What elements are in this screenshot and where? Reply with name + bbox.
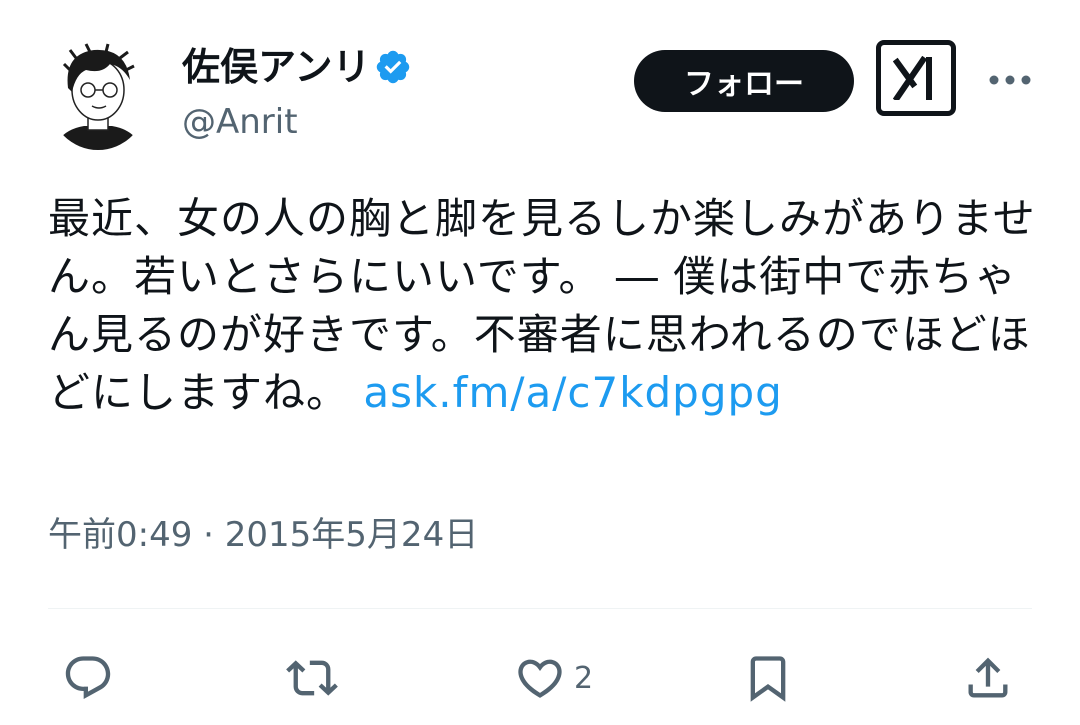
bookmark-icon	[750, 656, 786, 702]
tweet-text: 最近、女の人の胸と脚を見るしか楽しみがありません。若いとさらにいいです。 ― 僕…	[48, 190, 1038, 422]
verified-badge-icon	[377, 50, 410, 84]
like-count: 2	[574, 660, 594, 696]
tweet-timestamp[interactable]: 午前0:49 · 2015年5月24日	[48, 510, 478, 560]
retweet-button[interactable]	[286, 648, 338, 708]
reply-icon	[65, 656, 111, 700]
user-handle[interactable]: @Anrit	[182, 98, 298, 146]
share-icon	[968, 657, 1008, 698]
heart-icon	[518, 659, 562, 698]
divider	[48, 608, 1032, 609]
like-button[interactable]: 2	[514, 648, 593, 708]
avatar[interactable]	[50, 40, 146, 150]
more-dots-icon	[989, 75, 1031, 85]
grok-icon	[893, 56, 932, 100]
bookmark-button[interactable]	[742, 648, 794, 708]
grok-button[interactable]	[876, 40, 956, 116]
share-button[interactable]	[962, 648, 1014, 708]
display-name-text: 佐俣アンリ	[182, 45, 371, 89]
more-options-button[interactable]	[980, 60, 1040, 100]
avatar-illustration	[54, 43, 142, 150]
retweet-icon	[286, 660, 338, 696]
follow-button[interactable]: フォロー	[634, 50, 854, 112]
reply-button[interactable]	[62, 648, 114, 708]
tweet-link[interactable]: ask.fm/a/c7kdpgpg	[363, 368, 782, 417]
display-name[interactable]: 佐俣アンリ	[182, 42, 412, 92]
